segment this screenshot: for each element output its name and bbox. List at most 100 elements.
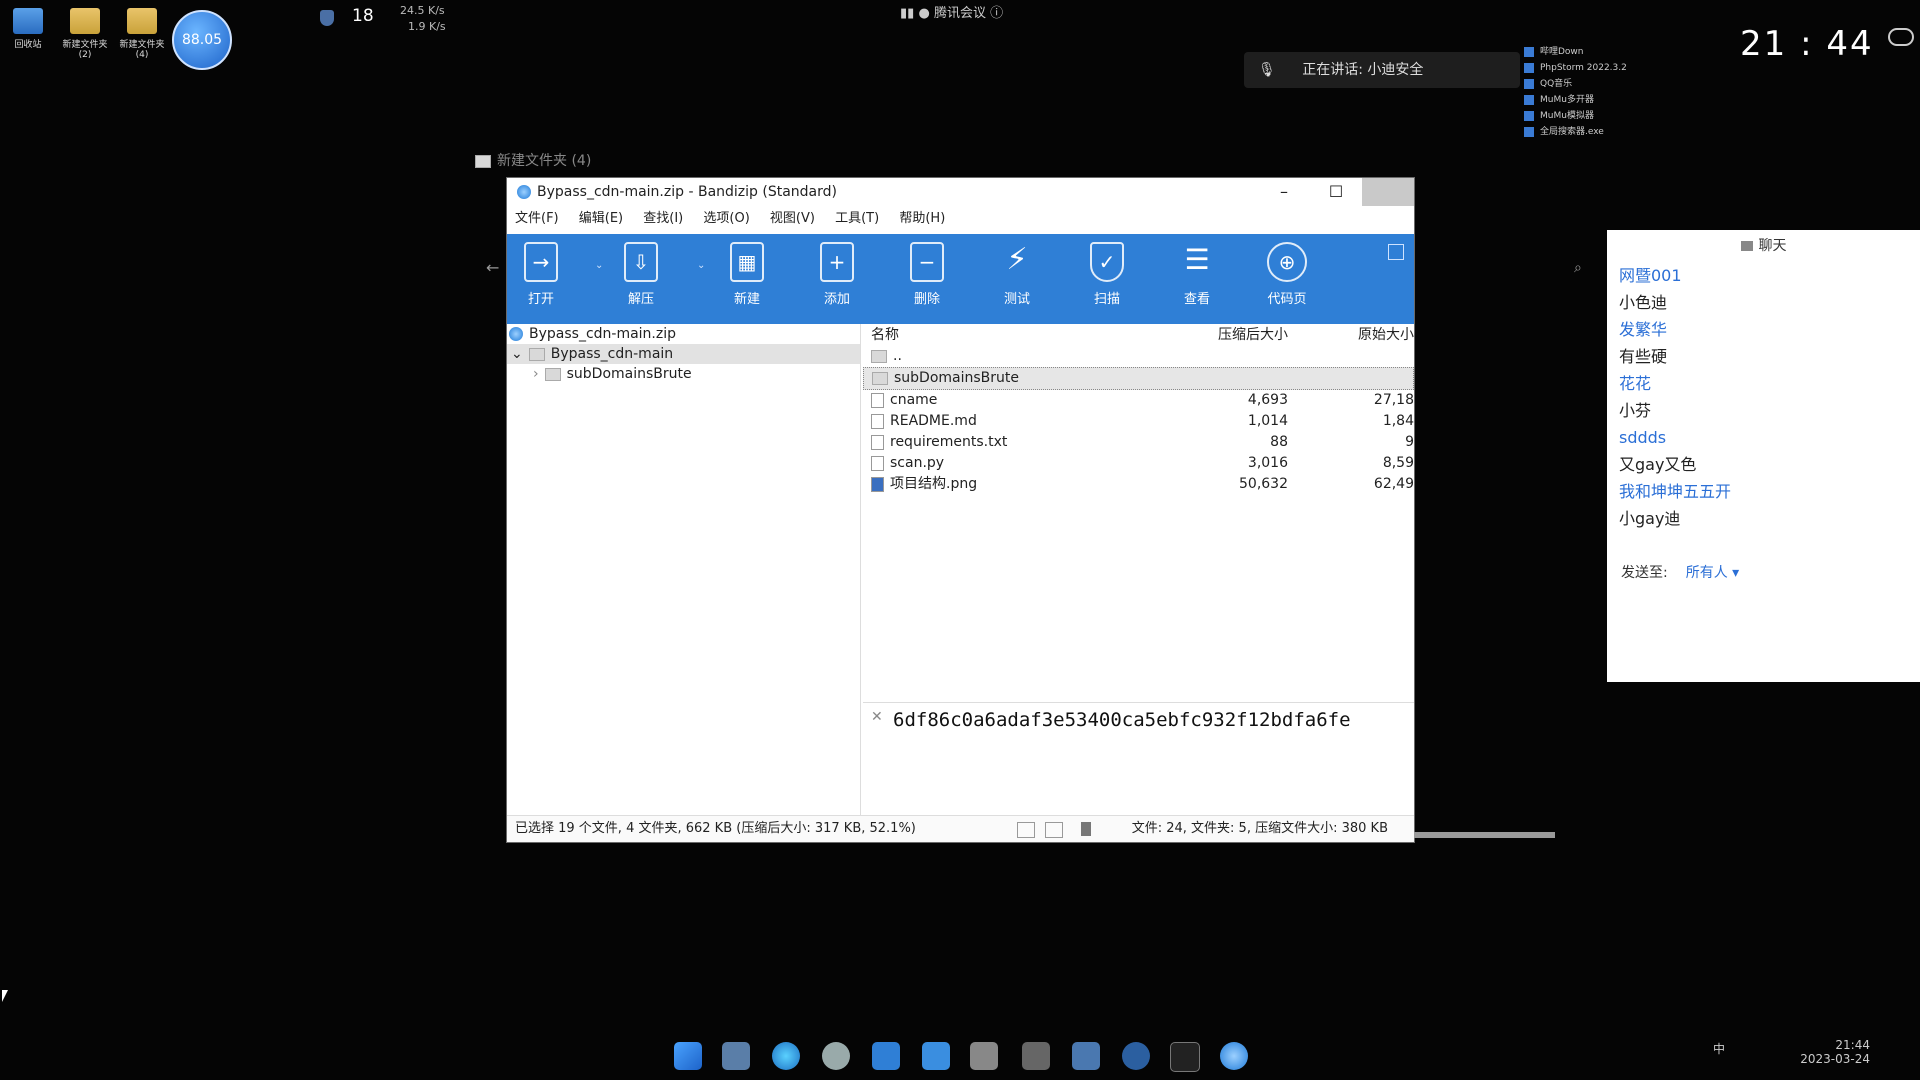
toolbar-delete-button[interactable]: − 删除 (897, 242, 957, 307)
toolbar-scan-button[interactable]: ✓ 扫描 (1077, 242, 1137, 307)
python-file-icon (871, 455, 884, 471)
app-icon[interactable] (1072, 1042, 1100, 1070)
desktop-icon-recycle-bin[interactable]: 回收站 (0, 8, 56, 50)
speed-ball-widget[interactable]: 88.05 (172, 10, 232, 70)
recent-app-item[interactable]: MuMu模拟器 (1524, 108, 1627, 124)
send-to-row: 发送至: 所有人 ▾ (1621, 562, 1739, 582)
tree-item-archive[interactable]: Bypass_cdn-main.zip (507, 324, 860, 344)
menu-bar: 文件(F) 编辑(E) 查找(I) 选项(O) 视图(V) 工具(T) 帮助(H… (507, 206, 1414, 234)
window-title: Bypass_cdn-main.zip - Bandizip (Standard… (537, 184, 837, 200)
column-original-size[interactable]: 原始大小 (1303, 324, 1414, 346)
search-icon[interactable]: ⌕ (1574, 260, 1582, 276)
chat-title: 聊天 (1607, 230, 1920, 262)
minimize-button[interactable]: – (1258, 178, 1310, 206)
toolbar-codepage-button[interactable]: ⊕ 代码页 (1257, 242, 1317, 307)
chat-icon (1740, 241, 1753, 251)
file-row[interactable]: scan.py 3,016 8,59 (863, 453, 1414, 474)
menu-tools[interactable]: 工具(T) (835, 211, 879, 226)
chat-message: 花花 (1619, 374, 1652, 393)
recent-app-item[interactable]: PhpStorm 2022.3.2 (1524, 60, 1627, 76)
tree-item-subfolder[interactable]: › subDomainsBrute (507, 364, 860, 384)
start-menu-icon[interactable] (674, 1042, 702, 1070)
edge-browser-icon[interactable] (772, 1042, 800, 1070)
file-row-folder[interactable]: subDomainsBrute (863, 367, 1414, 390)
file-row[interactable]: README.md 1,014 1,84 (863, 411, 1414, 432)
meeting-bar[interactable]: ▮▮ ● 腾讯会议 ⓘ (900, 2, 1003, 21)
open-dropdown-chevron-icon[interactable]: ⌄ (595, 260, 603, 271)
close-button[interactable] (1362, 178, 1414, 206)
column-name[interactable]: 名称 (871, 324, 899, 346)
desktop-icon-folder-4[interactable]: 新建文件夹 (4) (114, 8, 170, 60)
menu-edit[interactable]: 编辑(E) (579, 211, 623, 226)
folder-icon (127, 8, 157, 34)
menu-find[interactable]: 查找(I) (643, 211, 683, 226)
tray-time: 21:44 (1835, 1038, 1870, 1052)
folder-icon (528, 347, 545, 361)
hash-value[interactable]: 6df86c0a6adaf3e53400ca5ebfc932f12bdfa6fe (893, 709, 1351, 731)
status-bar: 已选择 19 个文件, 4 文件夹, 662 KB (压缩后大小: 317 KB… (507, 815, 1414, 842)
toolbar-add-button[interactable]: + 添加 (807, 242, 867, 307)
menu-file[interactable]: 文件(F) (515, 211, 559, 226)
bandizip-taskbar-icon[interactable] (1220, 1042, 1248, 1070)
tray-clock[interactable]: 21:44 2023-03-24 (1800, 1038, 1870, 1066)
tree-item-root-folder[interactable]: ⌄ Bypass_cdn-main (507, 344, 860, 364)
test-lightning-icon: ⚡ (1006, 242, 1028, 277)
recent-app-item[interactable]: 全局搜索器.exe (1524, 124, 1627, 140)
chat-panel: 聊天 网暨001 小色迪 发繁华 有些硬 花花 小芬 sddds 又gay又色 … (1607, 230, 1920, 682)
app-icon[interactable] (922, 1042, 950, 1070)
send-to-dropdown[interactable]: 所有人 ▾ (1686, 565, 1739, 581)
toolbar: → 打开 ⌄ ⇩ 解压 ⌄ ▦ 新建 + 添加 − 删除 ⚡ 测试 ✓ 扫描 ☰ 查看 ⊕ 代码页 (507, 234, 1414, 324)
chrome-icon[interactable] (822, 1042, 850, 1070)
file-row-parent[interactable]: .. (863, 346, 1414, 367)
toolbar-new-button[interactable]: ▦ 新建 (717, 242, 777, 307)
toolbar-extract-button[interactable]: ⇩ 解压 (611, 242, 671, 307)
layout-toggle-icon[interactable] (1388, 244, 1404, 260)
file-row[interactable]: cname 4,693 27,18 (863, 390, 1414, 411)
back-arrow-icon[interactable]: ← (486, 258, 499, 277)
file-row[interactable]: 项目结构.png 50,632 62,49 (863, 474, 1414, 495)
meeting-title: 腾讯会议 (933, 6, 986, 21)
preview-pane-icon[interactable] (1081, 822, 1091, 836)
maximize-button[interactable]: ☐ (1310, 178, 1362, 206)
folder-icon (475, 154, 491, 168)
markdown-file-icon (871, 413, 884, 429)
menu-options[interactable]: 选项(O) (703, 211, 749, 226)
view-details-icon[interactable] (1017, 822, 1035, 838)
chat-message: 我和坤坤五五开 (1619, 482, 1732, 501)
info-icon[interactable]: ⓘ (990, 6, 1003, 21)
view-thumbnails-icon[interactable] (1045, 822, 1063, 838)
ime-indicator[interactable]: 中 (1713, 1040, 1725, 1057)
app-icon[interactable] (970, 1042, 998, 1070)
app-icon[interactable] (1122, 1042, 1150, 1070)
codepage-globe-icon: ⊕ (1267, 242, 1307, 282)
background-window-title[interactable]: 新建文件夹 (4) (475, 150, 591, 170)
menu-help[interactable]: 帮助(H) (899, 211, 945, 226)
file-list-header: 名称 压缩后大小 原始大小 (863, 324, 1414, 346)
bandizip-app-icon (517, 185, 531, 199)
toolbar-test-button[interactable]: ⚡ 测试 (987, 242, 1047, 307)
column-packed-size[interactable]: 压缩后大小 (1203, 324, 1288, 346)
desktop-icon-label: 新建文件夹 (4) (119, 40, 165, 60)
recent-app-item[interactable]: 哔哩Down (1524, 44, 1627, 60)
signal-icon: ▮▮ ● (900, 6, 930, 21)
app-icon[interactable] (1022, 1042, 1050, 1070)
desktop-icon-label: 回收站 (14, 40, 42, 50)
recent-app-item[interactable]: QQ音乐 (1524, 76, 1627, 92)
toolbar-open-button[interactable]: → 打开 (511, 242, 571, 307)
menu-view[interactable]: 视图(V) (770, 211, 815, 226)
terminal-icon[interactable] (1170, 1042, 1200, 1072)
extract-dropdown-chevron-icon[interactable]: ⌄ (697, 260, 705, 271)
title-bar[interactable]: Bypass_cdn-main.zip - Bandizip (Standard… (507, 178, 1414, 206)
taskbar (0, 1034, 1920, 1080)
chevron-down-icon[interactable]: ⌄ (511, 346, 523, 362)
view-list-icon: ☰ (1184, 243, 1210, 276)
app-icon[interactable] (872, 1042, 900, 1070)
recent-app-item[interactable]: MuMu多开器 (1524, 92, 1627, 108)
chevron-right-icon[interactable]: › (533, 366, 539, 382)
file-list: 名称 压缩后大小 原始大小 .. subDomainsBrute cname 4,… (863, 324, 1555, 838)
toolbar-view-button[interactable]: ☰ 查看 (1167, 242, 1227, 307)
file-explorer-icon[interactable] (722, 1042, 750, 1070)
close-hash-icon[interactable]: ✕ (871, 709, 883, 725)
desktop-icon-folder-2[interactable]: 新建文件夹 (2) (57, 8, 113, 60)
file-row[interactable]: requirements.txt 88 9 (863, 432, 1414, 453)
